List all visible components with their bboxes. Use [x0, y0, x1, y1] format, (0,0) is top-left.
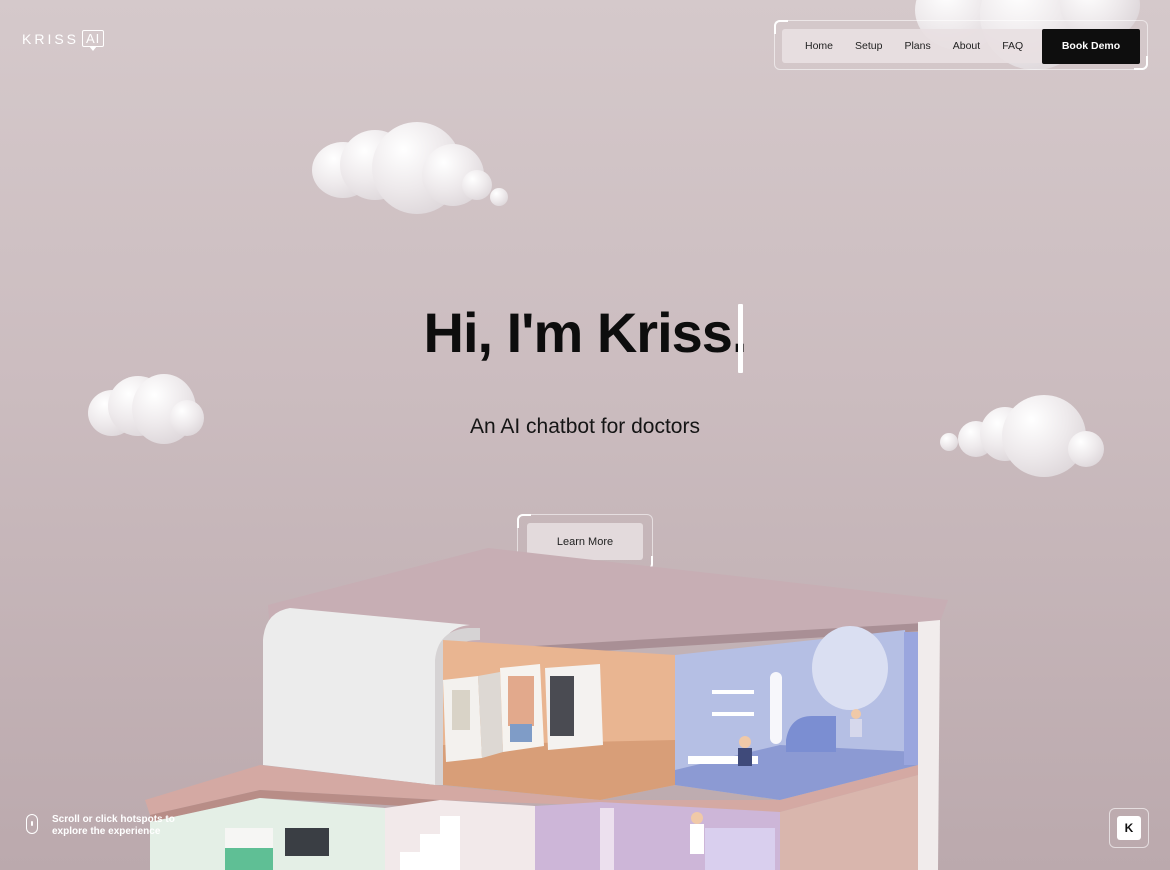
mouse-icon [26, 814, 38, 834]
nav-plans[interactable]: Plans [893, 40, 941, 52]
hero-subtitle: An AI chatbot for doctors [470, 415, 700, 438]
scroll-hint: Scroll or click hotspots to explore the … [26, 814, 182, 838]
nav-setup[interactable]: Setup [844, 40, 893, 52]
logo-ai-badge: AI [82, 30, 105, 51]
nav-home[interactable]: Home [794, 40, 844, 52]
typing-cursor [738, 304, 743, 373]
nav-about[interactable]: About [942, 40, 991, 52]
nav-faq[interactable]: FAQ [991, 40, 1034, 52]
cloud-left [88, 370, 208, 450]
logo-text: KRISS [22, 30, 80, 47]
cloud-right [940, 395, 1110, 480]
main-nav: Home Setup Plans About FAQ Book Demo [782, 28, 1140, 64]
cloud-center [312, 122, 512, 222]
scroll-hint-text: Scroll or click hotspots to explore the … [52, 814, 175, 837]
hero-title: Hi, I'm Kriss. [423, 301, 748, 364]
kriss-chat-button[interactable]: K [1117, 816, 1141, 840]
brand-logo[interactable]: KRISS AI [22, 30, 105, 51]
book-demo-button[interactable]: Book Demo [1042, 28, 1140, 64]
